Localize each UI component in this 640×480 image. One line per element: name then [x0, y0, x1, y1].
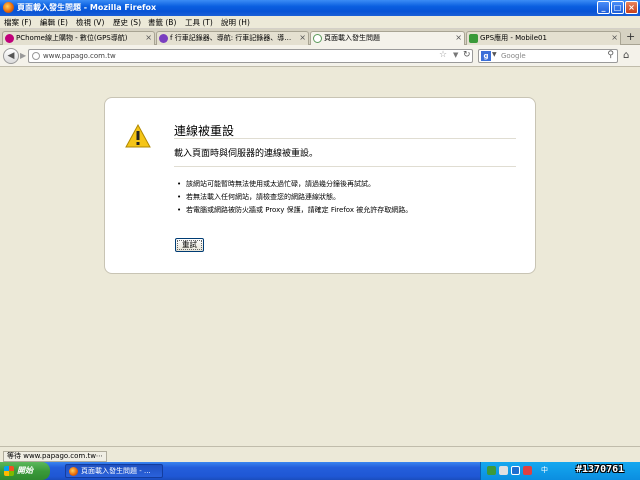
menu-bookmarks[interactable]: 書籤 (B)	[148, 17, 176, 28]
pchome-icon	[5, 34, 14, 43]
url-bar[interactable]: www.papago.com.tw ☆ ▼ ↻	[28, 49, 473, 63]
tab-close-icon[interactable]: ×	[299, 32, 306, 44]
tab-label: GPS應用 - Mobile01	[480, 34, 547, 42]
taskbar-item-label: 頁面載入發生問題 - ...	[81, 467, 151, 475]
tab-label: PChome線上購物 - 數位(GPS導航)	[16, 34, 128, 42]
menu-help[interactable]: 說明 (H)	[221, 17, 250, 28]
maximize-button[interactable]: □	[611, 1, 624, 14]
watermark-text: #1370761	[576, 464, 625, 475]
error-description: 載入頁面時與伺服器的連線被重設。	[174, 149, 319, 159]
tab-close-icon[interactable]: ×	[145, 32, 152, 44]
ime-indicator[interactable]: 中	[541, 465, 548, 475]
tab-pchome[interactable]: PChome線上購物 - 數位(GPS導航) ×	[2, 31, 155, 45]
start-button[interactable]: 開始	[0, 462, 50, 480]
close-button[interactable]: ×	[625, 1, 638, 14]
warning-icon	[125, 124, 151, 148]
forward-button[interactable]: ▶	[20, 51, 26, 60]
start-label: 開始	[17, 466, 33, 475]
search-icon[interactable]: ⚲	[607, 50, 614, 60]
menu-file[interactable]: 檔案 (F)	[4, 17, 32, 28]
search-bar[interactable]: g ▼ Google ⚲	[478, 49, 618, 63]
site-icon	[159, 34, 168, 43]
mobile01-icon	[469, 34, 478, 43]
firefox-icon	[3, 2, 14, 13]
tab-label: 頁面載入發生問題	[324, 34, 380, 42]
tab-mobile01[interactable]: GPS應用 - Mobile01 ×	[466, 31, 621, 45]
menu-tools[interactable]: 工具 (T)	[185, 17, 213, 28]
window-title: 頁面載入發生問題 - Mozilla Firefox	[17, 3, 157, 12]
firefox-icon	[69, 467, 78, 476]
network-icon[interactable]	[487, 466, 496, 475]
search-input[interactable]: Google	[501, 52, 526, 60]
list-item: 若電腦或網路被防火牆或 Proxy 保護，請確定 Firefox 被允許存取網路…	[177, 204, 412, 217]
divider	[174, 138, 516, 139]
title-bar: 頁面載入發生問題 - Mozilla Firefox _ □ ×	[0, 0, 640, 16]
tab-close-icon[interactable]: ×	[455, 32, 462, 44]
tray-app-icon[interactable]	[511, 466, 520, 475]
tab-label: f 行車記錄器、導航: 行車記錄器、導…	[170, 34, 292, 42]
windows-logo-icon	[4, 466, 14, 476]
menu-edit[interactable]: 編輯 (E)	[40, 17, 68, 28]
tab-strip: PChome線上購物 - 數位(GPS導航) × f 行車記錄器、導航: 行車記…	[0, 29, 640, 46]
retry-button[interactable]: 重試	[175, 238, 204, 252]
loading-icon	[313, 34, 322, 43]
google-icon[interactable]: g	[481, 51, 491, 61]
divider	[174, 166, 516, 167]
taskbar-item-firefox[interactable]: 頁面載入發生問題 - ...	[65, 464, 163, 478]
menu-history[interactable]: 歷史 (S)	[113, 17, 141, 28]
list-item: 若無法載入任何網站，請檢查您的網路連線狀態。	[177, 191, 412, 204]
error-suggestions: 該網站可能暫時無法使用或太過忙碌，請過幾分鐘後再試試。 若無法載入任何網站，請檢…	[177, 178, 412, 217]
minimize-button[interactable]: _	[597, 1, 610, 14]
new-tab-button[interactable]: +	[626, 30, 635, 43]
tab-close-icon[interactable]: ×	[611, 32, 618, 44]
chevron-down-icon[interactable]: ▼	[453, 51, 458, 59]
error-container: 連線被重設 載入頁面時與伺服器的連線被重設。 該網站可能暫時無法使用或太過忙碌，…	[104, 97, 536, 274]
taskbar: 開始 頁面載入發生問題 - ... 中	[0, 462, 640, 480]
antivirus-icon[interactable]	[523, 466, 532, 475]
navigation-bar: ◀ ▶ www.papago.com.tw ☆ ▼ ↻ g ▼ Google ⚲…	[0, 45, 640, 67]
status-bar: 等待 www.papago.com.tw⋯	[0, 446, 640, 462]
menu-view[interactable]: 檢視 (V)	[76, 17, 104, 28]
volume-icon[interactable]	[499, 466, 508, 475]
tab-error-page[interactable]: 頁面載入發生問題 ×	[310, 31, 465, 46]
bookmark-star-icon[interactable]: ☆	[439, 50, 447, 60]
chevron-down-icon[interactable]: ▼	[492, 51, 497, 58]
error-title: 連線被重設	[174, 124, 235, 138]
url-text[interactable]: www.papago.com.tw	[43, 52, 116, 60]
menu-bar: 檔案 (F) 編輯 (E) 檢視 (V) 歷史 (S) 書籤 (B) 工具 (T…	[0, 16, 640, 29]
status-text: 等待 www.papago.com.tw⋯	[3, 451, 107, 462]
home-icon[interactable]: ⌂	[623, 50, 629, 61]
back-button[interactable]: ◀	[3, 48, 19, 64]
list-item: 該網站可能暫時無法使用或太過忙碌，請過幾分鐘後再試試。	[177, 178, 412, 191]
globe-icon	[32, 52, 40, 60]
page-content: 連線被重設 載入頁面時與伺服器的連線被重設。 該網站可能暫時無法使用或太過忙碌，…	[0, 67, 640, 446]
tab-dashcam[interactable]: f 行車記錄器、導航: 行車記錄器、導… ×	[156, 31, 309, 45]
reload-icon[interactable]: ↻	[463, 50, 471, 60]
